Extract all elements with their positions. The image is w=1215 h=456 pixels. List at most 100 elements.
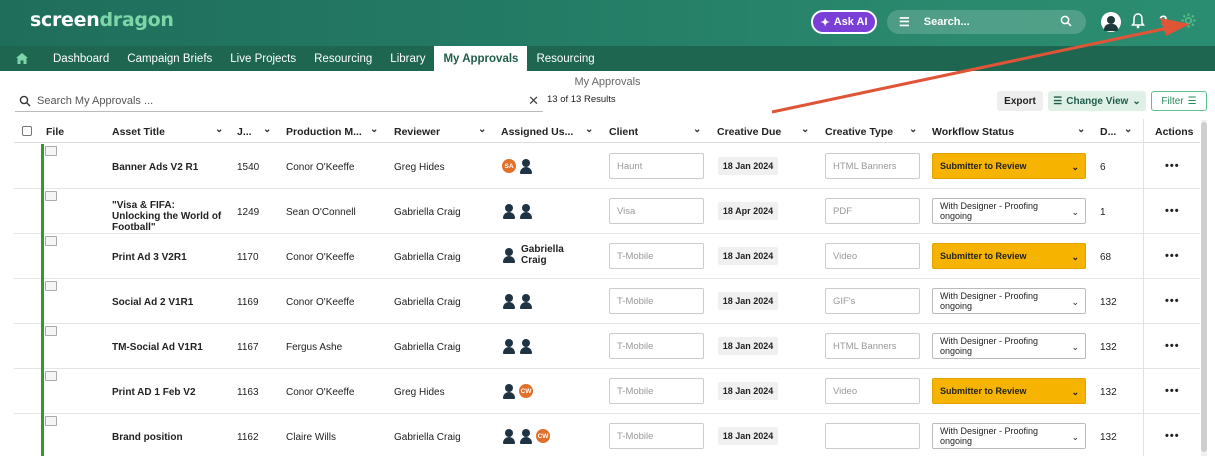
creative-type-field[interactable]: HTML Banners — [825, 333, 920, 359]
nav-campaign-briefs[interactable]: Campaign Briefs — [118, 46, 221, 71]
file-thumbnail[interactable] — [45, 416, 57, 426]
creative-type-field[interactable] — [825, 423, 920, 449]
file-thumbnail[interactable] — [45, 281, 57, 291]
workflow-status-select[interactable]: Submitter to Review ⌄ — [932, 153, 1086, 179]
table-row[interactable]: Print AD 1 Feb V2 1163 Conor O'Keeffe Gr… — [14, 369, 1200, 414]
chevron-down-icon[interactable]: ⌄ — [585, 124, 593, 135]
col-client[interactable]: Client ⌄ — [609, 124, 701, 138]
client-field[interactable]: T-Mobile — [609, 243, 704, 269]
row-actions-menu[interactable]: ••• — [1165, 295, 1180, 307]
help-icon[interactable]: ? — [1159, 12, 1168, 28]
creative-type-field[interactable]: Video — [825, 378, 920, 404]
row-actions-menu[interactable]: ••• — [1165, 160, 1180, 172]
col-creative-type[interactable]: Creative Type ⌄ — [825, 124, 917, 138]
client-field[interactable]: T-Mobile — [609, 333, 704, 359]
chevron-down-icon[interactable]: ⌄ — [1077, 124, 1085, 135]
workflow-status-select[interactable]: Submitter to Review ⌄ — [932, 243, 1086, 269]
asset-title[interactable]: Print AD 1 Feb V2 — [112, 387, 224, 398]
col-job[interactable]: J... ⌄ — [237, 124, 271, 138]
workflow-status-select[interactable]: With Designer - Proofing ongoing ⌄ — [932, 288, 1086, 314]
col-production-manager[interactable]: Production M... ⌄ — [286, 124, 378, 138]
workflow-status-select[interactable]: With Designer - Proofing ongoing ⌄ — [932, 333, 1086, 359]
file-thumbnail[interactable] — [45, 191, 57, 201]
asset-title[interactable]: TM-Social Ad V1R1 — [112, 342, 224, 353]
creative-due-badge[interactable]: 18 Jan 2024 — [718, 427, 778, 445]
col-file[interactable]: File — [46, 126, 64, 138]
creative-type-field[interactable]: Video — [825, 243, 920, 269]
col-asset-title[interactable]: Asset Title ⌄ — [112, 124, 223, 138]
asset-title[interactable]: Print Ad 3 V2R1 — [112, 252, 224, 263]
chevron-down-icon[interactable]: ⌄ — [909, 124, 917, 135]
gear-icon[interactable] — [1181, 13, 1196, 28]
assigned-users[interactable] — [501, 293, 535, 309]
creative-type-field[interactable]: GIF's — [825, 288, 920, 314]
nav-resourcing-2[interactable]: Resourcing — [527, 46, 603, 71]
home-icon[interactable] — [0, 46, 44, 71]
nav-my-approvals[interactable]: My Approvals — [434, 46, 528, 71]
col-assigned-users[interactable]: Assigned Us... ⌄ — [501, 124, 593, 138]
client-field[interactable]: T-Mobile — [609, 378, 704, 404]
client-field[interactable]: T-Mobile — [609, 423, 704, 449]
asset-title[interactable]: "Visa & FIFA: Unlocking the World of Foo… — [112, 200, 224, 233]
creative-due-badge[interactable]: 18 Jan 2024 — [718, 382, 778, 400]
table-row[interactable]: TM-Social Ad V1R1 1167 Fergus Ashe Gabri… — [14, 324, 1200, 369]
creative-due-badge[interactable]: 18 Jan 2024 — [718, 292, 778, 310]
chevron-down-icon[interactable]: ⌄ — [478, 124, 486, 135]
chevron-down-icon[interactable]: ⌄ — [263, 124, 271, 135]
creative-due-badge[interactable]: 18 Jan 2024 — [718, 337, 778, 355]
menu-icon[interactable]: ☰ — [899, 15, 910, 29]
row-actions-menu[interactable]: ••• — [1165, 340, 1180, 352]
row-actions-menu[interactable]: ••• — [1165, 205, 1180, 217]
nav-dashboard[interactable]: Dashboard — [44, 46, 118, 71]
creative-type-field[interactable]: PDF — [825, 198, 920, 224]
creative-due-badge[interactable]: 18 Jan 2024 — [718, 157, 778, 175]
user-avatar-icon[interactable] — [1101, 12, 1121, 32]
change-view-button[interactable]: ☰ Change View ⌄ — [1048, 91, 1146, 111]
workflow-status-select[interactable]: With Designer - Proofing ongoing ⌄ — [932, 198, 1086, 224]
col-workflow-status[interactable]: Workflow Status ⌄ — [932, 124, 1085, 138]
chevron-down-icon[interactable]: ⌄ — [693, 124, 701, 135]
vertical-scrollbar[interactable] — [1201, 120, 1207, 456]
assigned-users[interactable]: CW — [501, 383, 535, 399]
workflow-status-select[interactable]: With Designer - Proofing ongoing ⌄ — [932, 423, 1086, 449]
assigned-users[interactable]: Gabriella Craig — [501, 244, 577, 266]
col-creative-due[interactable]: Creative Due ⌄ — [717, 124, 809, 138]
table-row[interactable]: Social Ad 2 V1R1 1169 Conor O'Keeffe Gab… — [14, 279, 1200, 324]
assigned-users[interactable]: SA — [501, 158, 535, 174]
client-field[interactable]: Haunt — [609, 153, 704, 179]
asset-title[interactable]: Brand position — [112, 432, 224, 443]
table-row[interactable]: Print Ad 3 V2R1 1170 Conor O'Keeffe Gabr… — [14, 234, 1200, 279]
file-thumbnail[interactable] — [45, 326, 57, 336]
table-row[interactable]: Banner Ads V2 R1 1540 Conor O'Keeffe Gre… — [14, 144, 1200, 189]
nav-library[interactable]: Library — [381, 46, 434, 71]
scrollbar-thumb[interactable] — [1201, 122, 1207, 452]
file-thumbnail[interactable] — [45, 371, 57, 381]
chevron-down-icon[interactable]: ⌄ — [801, 124, 809, 135]
row-actions-menu[interactable]: ••• — [1165, 250, 1180, 262]
table-row[interactable]: Brand position 1162 Claire Wills Gabriel… — [14, 414, 1200, 456]
ask-ai-button[interactable]: ✦ Ask AI — [811, 10, 877, 34]
col-days[interactable]: D... ⌄ — [1100, 124, 1132, 138]
clear-search-icon[interactable]: ✕ — [528, 93, 539, 109]
assigned-users[interactable]: CW — [501, 428, 552, 444]
select-all-checkbox[interactable] — [22, 126, 32, 136]
assigned-users[interactable] — [501, 338, 535, 354]
col-reviewer[interactable]: Reviewer ⌄ — [394, 124, 486, 138]
bell-icon[interactable] — [1131, 13, 1145, 29]
filter-button[interactable]: Filter ☰ — [1151, 91, 1207, 111]
nav-live-projects[interactable]: Live Projects — [221, 46, 305, 71]
creative-due-badge[interactable]: 18 Apr 2024 — [718, 202, 778, 220]
chevron-down-icon[interactable]: ⌄ — [215, 124, 223, 135]
approvals-search-input[interactable]: Search My Approvals ... ✕ — [15, 90, 543, 112]
file-thumbnail[interactable] — [45, 236, 57, 246]
global-search-input[interactable]: ☰ Search... — [887, 10, 1086, 34]
asset-title[interactable]: Banner Ads V2 R1 — [112, 162, 224, 173]
chevron-down-icon[interactable]: ⌄ — [1124, 124, 1132, 135]
client-field[interactable]: Visa — [609, 198, 704, 224]
client-field[interactable]: T-Mobile — [609, 288, 704, 314]
chevron-down-icon[interactable]: ⌄ — [370, 124, 378, 135]
app-logo[interactable]: screendragon — [30, 9, 174, 31]
nav-resourcing[interactable]: Resourcing — [305, 46, 381, 71]
workflow-status-select[interactable]: Submitter to Review ⌄ — [932, 378, 1086, 404]
row-actions-menu[interactable]: ••• — [1165, 385, 1180, 397]
